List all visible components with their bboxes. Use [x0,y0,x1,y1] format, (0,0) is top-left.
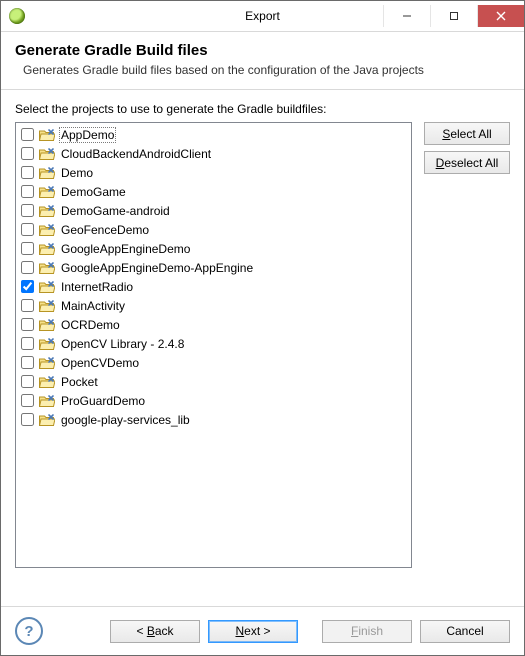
project-folder-icon [39,413,55,427]
project-checkbox[interactable] [21,413,34,426]
side-buttons: Select All Deselect All [424,122,510,606]
project-checkbox[interactable] [21,261,34,274]
project-checkbox[interactable] [21,204,34,217]
project-checkbox[interactable] [21,394,34,407]
project-folder-icon [39,375,55,389]
project-checkbox[interactable] [21,166,34,179]
project-folder-icon [39,356,55,370]
select-all-button[interactable]: Select All [424,122,510,145]
project-name: InternetRadio [59,280,135,294]
project-checkbox[interactable] [21,356,34,369]
export-dialog: Export Generate Gradle Build files Gener… [0,0,525,656]
list-item[interactable]: DemoGame-android [18,201,409,220]
project-checkbox[interactable] [21,318,34,331]
deselect-all-button[interactable]: Deselect All [424,151,510,174]
project-checkbox[interactable] [21,299,34,312]
back-button[interactable]: < Back [110,620,200,643]
list-item[interactable]: google-play-services_lib [18,410,409,429]
page-description: Generates Gradle build files based on th… [23,63,510,77]
project-name: AppDemo [59,127,116,143]
project-checkbox[interactable] [21,147,34,160]
project-folder-icon [39,318,55,332]
list-item[interactable]: OpenCVDemo [18,353,409,372]
window-controls [383,5,524,27]
project-folder-icon [39,394,55,408]
body: Select the projects to use to generate t… [1,90,524,606]
project-name: OpenCV Library - 2.4.8 [59,337,186,351]
project-checkbox[interactable] [21,337,34,350]
project-name: MainActivity [59,299,127,313]
project-name: DemoGame [59,185,128,199]
page-title: Generate Gradle Build files [15,42,510,59]
list-item[interactable]: AppDemo [18,125,409,144]
project-checkbox[interactable] [21,280,34,293]
maximize-button[interactable] [430,5,477,27]
project-checkbox[interactable] [21,242,34,255]
project-folder-icon [39,299,55,313]
project-checkbox[interactable] [21,223,34,236]
project-name: Pocket [59,375,100,389]
project-checkbox[interactable] [21,185,34,198]
project-folder-icon [39,337,55,351]
project-checkbox[interactable] [21,128,34,141]
project-folder-icon [39,242,55,256]
list-item[interactable]: DemoGame [18,182,409,201]
project-name: google-play-services_lib [59,413,192,427]
project-name: GoogleAppEngineDemo [59,242,192,256]
maximize-icon [449,11,459,21]
project-folder-icon [39,185,55,199]
list-item[interactable]: GeoFenceDemo [18,220,409,239]
footer: ? < Back Next > Finish Cancel [1,606,524,655]
minimize-icon [402,11,412,21]
project-folder-icon [39,261,55,275]
list-item[interactable]: Pocket [18,372,409,391]
list-item[interactable]: GoogleAppEngineDemo [18,239,409,258]
help-icon: ? [24,623,33,640]
project-name: Demo [59,166,95,180]
next-button[interactable]: Next > [208,620,298,643]
project-folder-icon [39,204,55,218]
app-icon [9,8,25,24]
project-checkbox[interactable] [21,375,34,388]
project-folder-icon [39,128,55,142]
finish-button: Finish [322,620,412,643]
project-name: OpenCVDemo [59,356,141,370]
prompt-label: Select the projects to use to generate t… [15,102,510,116]
project-name: CloudBackendAndroidClient [59,147,213,161]
title-bar: Export [1,1,524,32]
project-folder-icon [39,223,55,237]
list-item[interactable]: Demo [18,163,409,182]
project-folder-icon [39,280,55,294]
body-row: AppDemo CloudBackendAndroidClient Demo Demo… [15,122,510,606]
project-name: ProGuardDemo [59,394,147,408]
project-folder-icon [39,147,55,161]
list-item[interactable]: GoogleAppEngineDemo-AppEngine [18,258,409,277]
project-name: GeoFenceDemo [59,223,151,237]
project-folder-icon [39,166,55,180]
list-item[interactable]: OpenCV Library - 2.4.8 [18,334,409,353]
list-item[interactable]: CloudBackendAndroidClient [18,144,409,163]
header: Generate Gradle Build files Generates Gr… [1,32,524,90]
list-item[interactable]: OCRDemo [18,315,409,334]
project-name: GoogleAppEngineDemo-AppEngine [59,261,255,275]
project-list[interactable]: AppDemo CloudBackendAndroidClient Demo Demo… [15,122,412,568]
cancel-button[interactable]: Cancel [420,620,510,643]
close-button[interactable] [477,5,524,27]
help-button[interactable]: ? [15,617,43,645]
list-item[interactable]: MainActivity [18,296,409,315]
list-item[interactable]: ProGuardDemo [18,391,409,410]
list-item[interactable]: InternetRadio [18,277,409,296]
minimize-button[interactable] [383,5,430,27]
project-name: DemoGame-android [59,204,172,218]
project-name: OCRDemo [59,318,122,332]
close-icon [496,11,506,21]
